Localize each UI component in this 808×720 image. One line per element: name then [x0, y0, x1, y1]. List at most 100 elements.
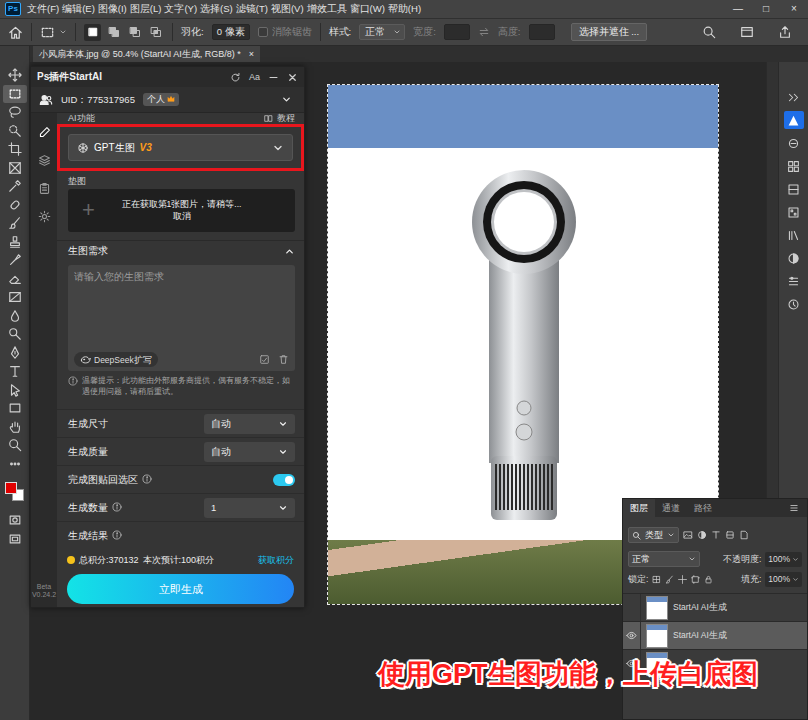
rectangle-tool[interactable] — [3, 399, 27, 418]
gradients-button[interactable] — [784, 180, 804, 198]
setting-select[interactable]: 自动 — [204, 442, 295, 462]
swatches-button[interactable] — [784, 157, 804, 175]
tool-preset-picker[interactable] — [40, 25, 67, 40]
pen-tool[interactable] — [3, 344, 27, 363]
adjustments-button[interactable] — [784, 249, 804, 267]
minimize-button[interactable] — [268, 72, 279, 83]
visibility-toggle[interactable] — [623, 622, 641, 649]
layers-tab[interactable] — [34, 151, 54, 169]
properties-button[interactable] — [784, 272, 804, 290]
brush-tool[interactable] — [3, 214, 27, 233]
startai-logo-button[interactable] — [784, 111, 804, 129]
search-button[interactable] — [702, 25, 716, 39]
menu-item[interactable]: 图像(I) — [98, 3, 127, 14]
pixel-filter-button[interactable] — [683, 530, 693, 540]
setting-select[interactable]: 1 — [204, 498, 295, 518]
pen-tab[interactable] — [34, 123, 54, 141]
intersect-selection-button[interactable] — [147, 24, 164, 41]
get-points-link[interactable]: 获取积分 — [258, 555, 294, 566]
save-prompt-button[interactable] — [259, 354, 270, 365]
eraser-tool[interactable] — [3, 270, 27, 289]
menu-item[interactable]: 帮助(H) — [388, 3, 421, 14]
marquee-tool[interactable] — [3, 85, 27, 104]
close-button[interactable] — [287, 72, 298, 83]
setting-select[interactable]: 自动 — [204, 414, 295, 434]
fill-field[interactable]: 100% — [765, 572, 802, 587]
layer-row[interactable]: StartAI AI生成 — [623, 621, 807, 649]
crop-tool[interactable] — [3, 140, 27, 159]
menu-item[interactable]: 滤镜(T) — [236, 3, 268, 14]
prompt-input[interactable] — [74, 271, 289, 352]
window-control[interactable]: — — [724, 3, 752, 15]
history-brush-tool[interactable] — [3, 251, 27, 270]
setting-toggle[interactable] — [273, 474, 295, 486]
tutorial-link[interactable]: 教程 — [264, 113, 295, 124]
layer-filter-select[interactable]: 类型 — [628, 527, 679, 543]
menu-item[interactable]: 编辑(E) — [62, 3, 95, 14]
libraries-button[interactable] — [784, 226, 804, 244]
new-selection-button[interactable] — [84, 24, 101, 41]
menu-item[interactable]: 图层(L) — [130, 3, 162, 14]
add-selection-button[interactable] — [105, 24, 122, 41]
brush-settings-button[interactable] — [784, 134, 804, 152]
hand-tool[interactable] — [3, 418, 27, 437]
foreground-color[interactable] — [5, 482, 17, 494]
generate-button[interactable]: 立即生成 — [67, 574, 294, 604]
frame-tool[interactable] — [3, 159, 27, 178]
type-filter-button[interactable] — [711, 530, 721, 540]
lock-pixels-button[interactable] — [665, 575, 674, 584]
lock-artboard-button[interactable] — [691, 575, 700, 584]
layers-tab[interactable]: 图层 — [623, 499, 655, 517]
layers-tab[interactable]: 路径 — [687, 499, 719, 517]
type-tool-tool[interactable] — [3, 362, 27, 381]
stamp-tool[interactable] — [3, 233, 27, 252]
adjustment-filter-button[interactable] — [697, 530, 707, 540]
blur-tool[interactable] — [3, 307, 27, 326]
menu-item[interactable]: 视图(V) — [271, 3, 304, 14]
feather-field[interactable]: 0 像素 — [212, 24, 250, 40]
lasso-tool[interactable] — [3, 103, 27, 122]
smart-object-filter-button[interactable] — [739, 530, 749, 540]
visibility-toggle[interactable] — [623, 594, 641, 621]
document-close-button[interactable]: × — [249, 49, 254, 60]
move-tool[interactable] — [3, 66, 27, 85]
workspace-button[interactable] — [740, 25, 754, 39]
home-button[interactable] — [8, 25, 23, 40]
account-menu-button[interactable] — [281, 94, 292, 105]
reference-upload-box[interactable]: +正在获取第1张图片，请稍等...取消 — [68, 189, 295, 232]
menu-item[interactable]: 文字(Y) — [164, 3, 197, 14]
quick-select-tool[interactable] — [3, 122, 27, 141]
screen-mode-button[interactable] — [3, 530, 27, 549]
healing-tool[interactable] — [3, 196, 27, 215]
dodge-tool[interactable] — [3, 325, 27, 344]
clipboard-tab[interactable] — [34, 179, 54, 197]
zoom-tool[interactable] — [3, 436, 27, 455]
menu-item[interactable]: 选择(S) — [200, 3, 233, 14]
gear-tab[interactable] — [34, 207, 54, 225]
ai-function-select[interactable]: GPT生图V3 — [68, 134, 293, 161]
color-swatches[interactable] — [4, 481, 26, 503]
deepseek-expand-button[interactable]: DeepSeek扩写 — [74, 352, 158, 367]
panel-menu-button[interactable] — [781, 499, 807, 517]
lock-all-button[interactable] — [704, 575, 713, 584]
gradient-tool[interactable] — [3, 288, 27, 307]
history-button[interactable] — [784, 295, 804, 313]
lock-position-button[interactable] — [678, 575, 687, 584]
more-tools-tool[interactable] — [3, 455, 27, 474]
eyedropper-tool[interactable] — [3, 177, 27, 196]
menu-item[interactable]: 增效工具 — [307, 3, 347, 14]
layer-row[interactable]: StartAI AI生成 — [623, 593, 807, 621]
share-button[interactable] — [778, 25, 792, 39]
window-control[interactable]: × — [780, 3, 808, 15]
subtract-selection-button[interactable] — [126, 24, 143, 41]
opacity-field[interactable]: 100% — [765, 552, 802, 567]
window-control[interactable]: □ — [752, 3, 780, 15]
upload-plus[interactable]: + — [82, 197, 106, 223]
quick-mask-button[interactable] — [3, 511, 27, 530]
layers-tab[interactable]: 通道 — [655, 499, 687, 517]
shape-filter-button[interactable] — [725, 530, 735, 540]
lock-transparent-button[interactable] — [652, 575, 661, 584]
document-tab[interactable]: 小风扇本体.jpg @ 50.4% (StartAI AI生成, RGB/8) … — [33, 46, 260, 62]
select-and-mask-button[interactable]: 选择并遮住 ... — [571, 23, 648, 41]
patterns-button[interactable] — [784, 203, 804, 221]
